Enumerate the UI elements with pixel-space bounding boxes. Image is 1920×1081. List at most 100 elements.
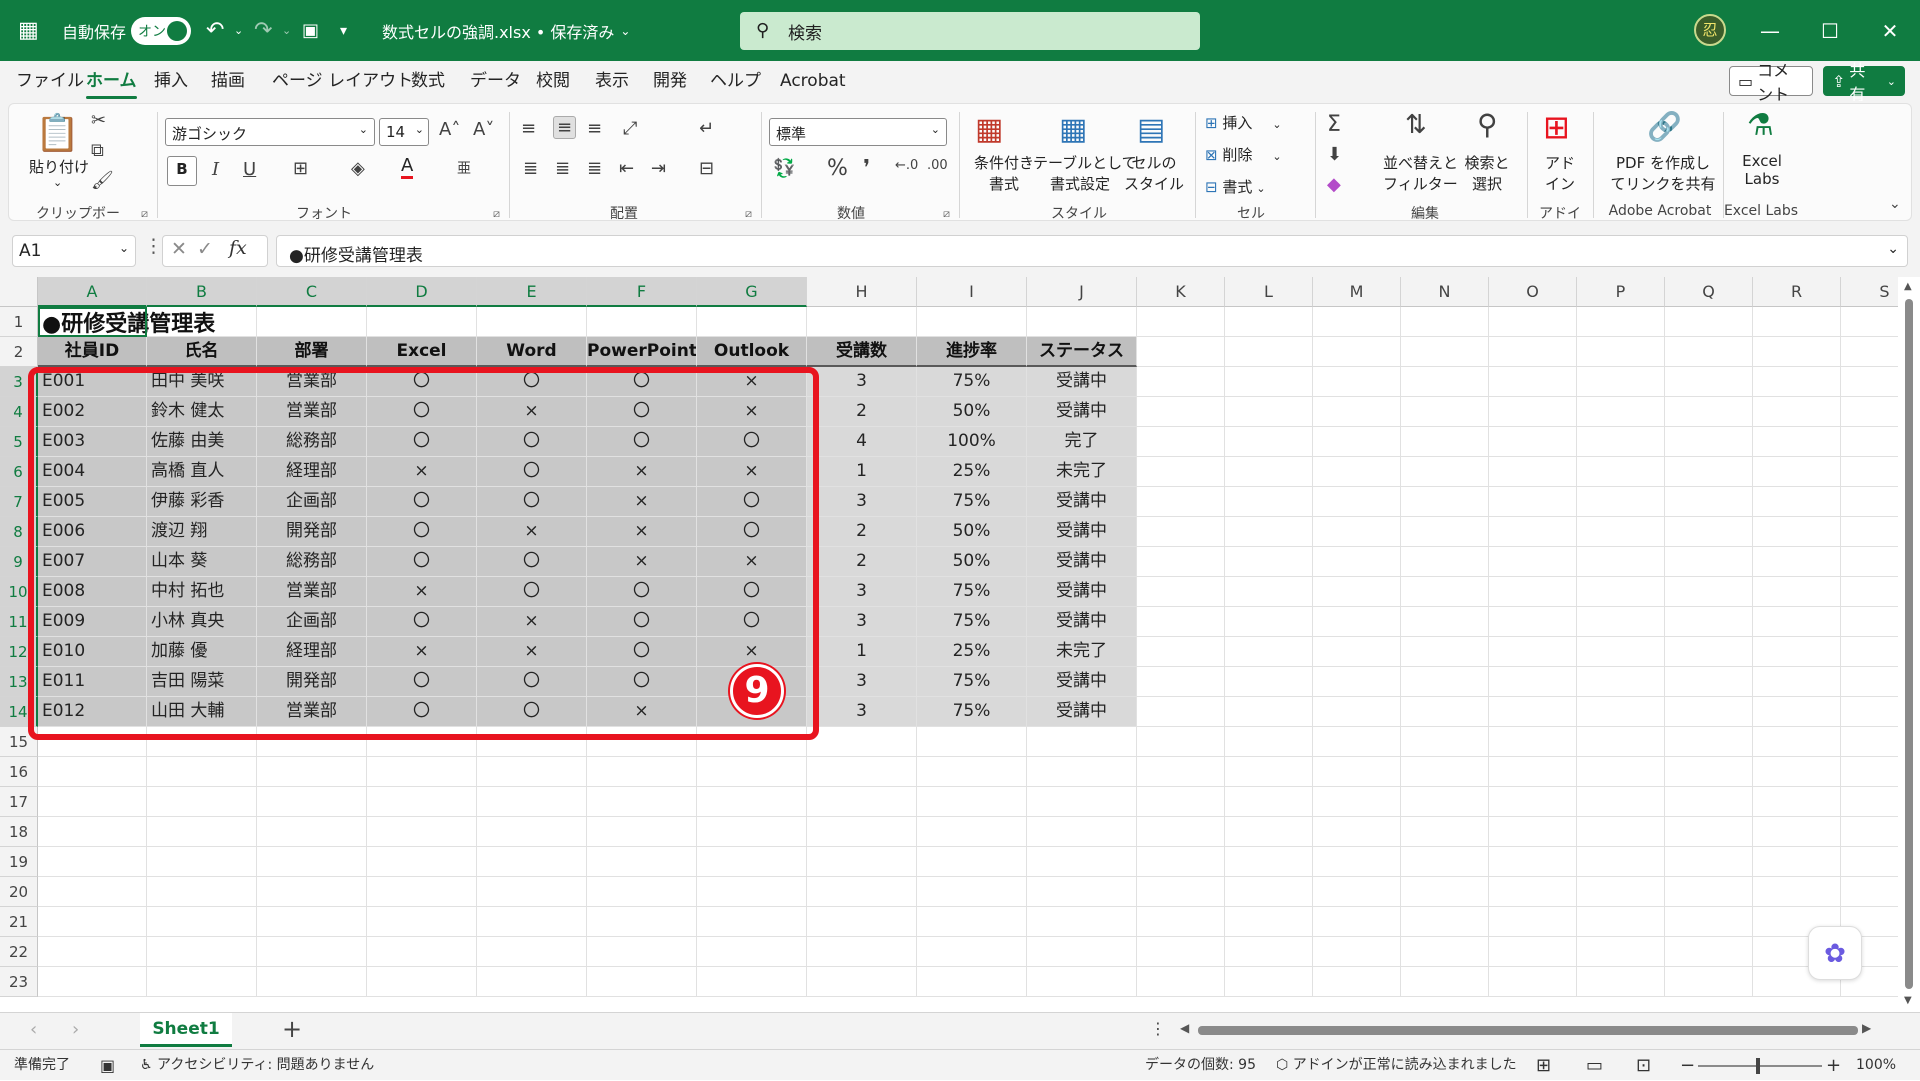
cell[interactable] <box>1489 937 1577 967</box>
cell[interactable] <box>1401 697 1489 727</box>
cell[interactable] <box>917 757 1027 787</box>
header-cell[interactable]: Word <box>477 337 587 367</box>
cell[interactable] <box>1577 727 1665 757</box>
cell[interactable] <box>257 907 367 937</box>
cell[interactable] <box>1225 577 1313 607</box>
column-header-e[interactable]: E <box>477 277 587 307</box>
cell[interactable] <box>917 307 1027 337</box>
format-cells-button[interactable]: ⊟ 書式 ⌄ <box>1205 176 1266 197</box>
row-header-21[interactable]: 21 <box>0 907 38 937</box>
cell[interactable] <box>1137 457 1225 487</box>
cell[interactable] <box>917 847 1027 877</box>
cell[interactable] <box>1665 907 1753 937</box>
cell[interactable] <box>1753 757 1841 787</box>
dialog-launcher-icon[interactable]: ⧄ <box>943 207 950 221</box>
cell[interactable] <box>1665 667 1753 697</box>
header-cell[interactable]: Outlook <box>697 337 807 367</box>
row-header-17[interactable]: 17 <box>0 787 38 817</box>
cell[interactable] <box>807 757 917 787</box>
cell[interactable] <box>1137 877 1225 907</box>
cell[interactable] <box>807 817 917 847</box>
cell[interactable] <box>1665 547 1753 577</box>
sheet-tab-sheet1[interactable]: Sheet1 <box>140 1013 232 1047</box>
table-cell[interactable]: 受講中 <box>1027 397 1137 427</box>
cell[interactable] <box>147 877 257 907</box>
cell[interactable] <box>1665 397 1753 427</box>
column-header-g[interactable]: G <box>697 277 807 307</box>
undo-dropdown-icon[interactable]: ⌄ <box>234 0 243 61</box>
autosave-toggle[interactable]: オン <box>131 17 191 45</box>
cell[interactable] <box>367 907 477 937</box>
cell[interactable] <box>1665 877 1753 907</box>
redo-dropdown-icon[interactable]: ⌄ <box>282 0 291 61</box>
table-cell[interactable]: 受講中 <box>1027 697 1137 727</box>
cell[interactable] <box>367 757 477 787</box>
cell[interactable] <box>1753 457 1841 487</box>
cell[interactable] <box>1665 487 1753 517</box>
table-cell[interactable]: 受講中 <box>1027 667 1137 697</box>
cell[interactable] <box>1401 787 1489 817</box>
table-cell[interactable]: 3 <box>807 367 917 397</box>
macro-record-icon[interactable]: ▣ <box>100 1050 115 1081</box>
table-cell[interactable]: 25% <box>917 637 1027 667</box>
cell[interactable] <box>1027 727 1137 757</box>
tab-review[interactable]: 校閲 <box>536 61 570 101</box>
cell[interactable] <box>1577 817 1665 847</box>
cell[interactable] <box>697 817 807 847</box>
cell[interactable] <box>38 757 147 787</box>
cell[interactable] <box>697 307 807 337</box>
currency-icon[interactable]: 💱 <box>773 158 795 179</box>
tab-draw[interactable]: 描画 <box>211 61 245 101</box>
cell[interactable] <box>1137 637 1225 667</box>
cell[interactable] <box>1313 787 1401 817</box>
paste-button[interactable]: 貼り付け <box>29 156 89 177</box>
row-header-20[interactable]: 20 <box>0 877 38 907</box>
cell[interactable] <box>1665 847 1753 877</box>
cut-icon[interactable]: ✂ <box>91 110 106 131</box>
cell[interactable] <box>917 907 1027 937</box>
cell[interactable] <box>1313 757 1401 787</box>
cell[interactable] <box>1489 847 1577 877</box>
cell[interactable] <box>1577 337 1665 367</box>
cell[interactable] <box>1753 367 1841 397</box>
cell[interactable] <box>257 877 367 907</box>
number-format-select[interactable]: 標準 ⌄ <box>769 118 947 146</box>
cell[interactable] <box>587 817 697 847</box>
header-cell[interactable]: 社員ID <box>38 337 147 367</box>
table-cell[interactable]: 受講中 <box>1027 367 1137 397</box>
zoom-slider-thumb[interactable] <box>1756 1058 1760 1074</box>
cell[interactable] <box>1753 727 1841 757</box>
scroll-up-icon[interactable]: ▲ <box>1904 281 1912 292</box>
cell[interactable] <box>1753 697 1841 727</box>
percent-button[interactable]: % <box>827 156 848 181</box>
cell[interactable] <box>1225 847 1313 877</box>
cell[interactable] <box>1313 847 1401 877</box>
cell[interactable] <box>38 787 147 817</box>
table-cell[interactable]: 50% <box>917 547 1027 577</box>
collapse-ribbon-icon[interactable]: ⌄ <box>1889 196 1901 212</box>
cell[interactable] <box>807 847 917 877</box>
cell[interactable] <box>1665 967 1753 997</box>
cell[interactable] <box>587 757 697 787</box>
cell[interactable] <box>1225 397 1313 427</box>
cell[interactable] <box>1401 427 1489 457</box>
cell[interactable] <box>1225 547 1313 577</box>
cell[interactable] <box>1753 787 1841 817</box>
decrease-decimal-icon[interactable]: .00 <box>927 158 948 173</box>
table-cell[interactable]: 未完了 <box>1027 637 1137 667</box>
cell[interactable] <box>1489 337 1577 367</box>
tab-split-icon[interactable]: ⋮ <box>1150 1019 1166 1038</box>
cell[interactable] <box>1137 757 1225 787</box>
table-cell[interactable]: 50% <box>917 397 1027 427</box>
column-header-o[interactable]: O <box>1489 277 1577 307</box>
column-header-h[interactable]: H <box>807 277 917 307</box>
phonetic-icon[interactable]: 亜 <box>457 158 471 178</box>
cell[interactable] <box>1401 727 1489 757</box>
cell[interactable] <box>1401 337 1489 367</box>
cell[interactable] <box>807 727 917 757</box>
cell[interactable] <box>147 787 257 817</box>
search-box[interactable]: ⚲ 検索 <box>740 12 1200 50</box>
cell[interactable] <box>1137 577 1225 607</box>
next-sheet-icon[interactable]: › <box>72 1019 79 1040</box>
tab-file[interactable]: ファイル <box>16 61 84 101</box>
